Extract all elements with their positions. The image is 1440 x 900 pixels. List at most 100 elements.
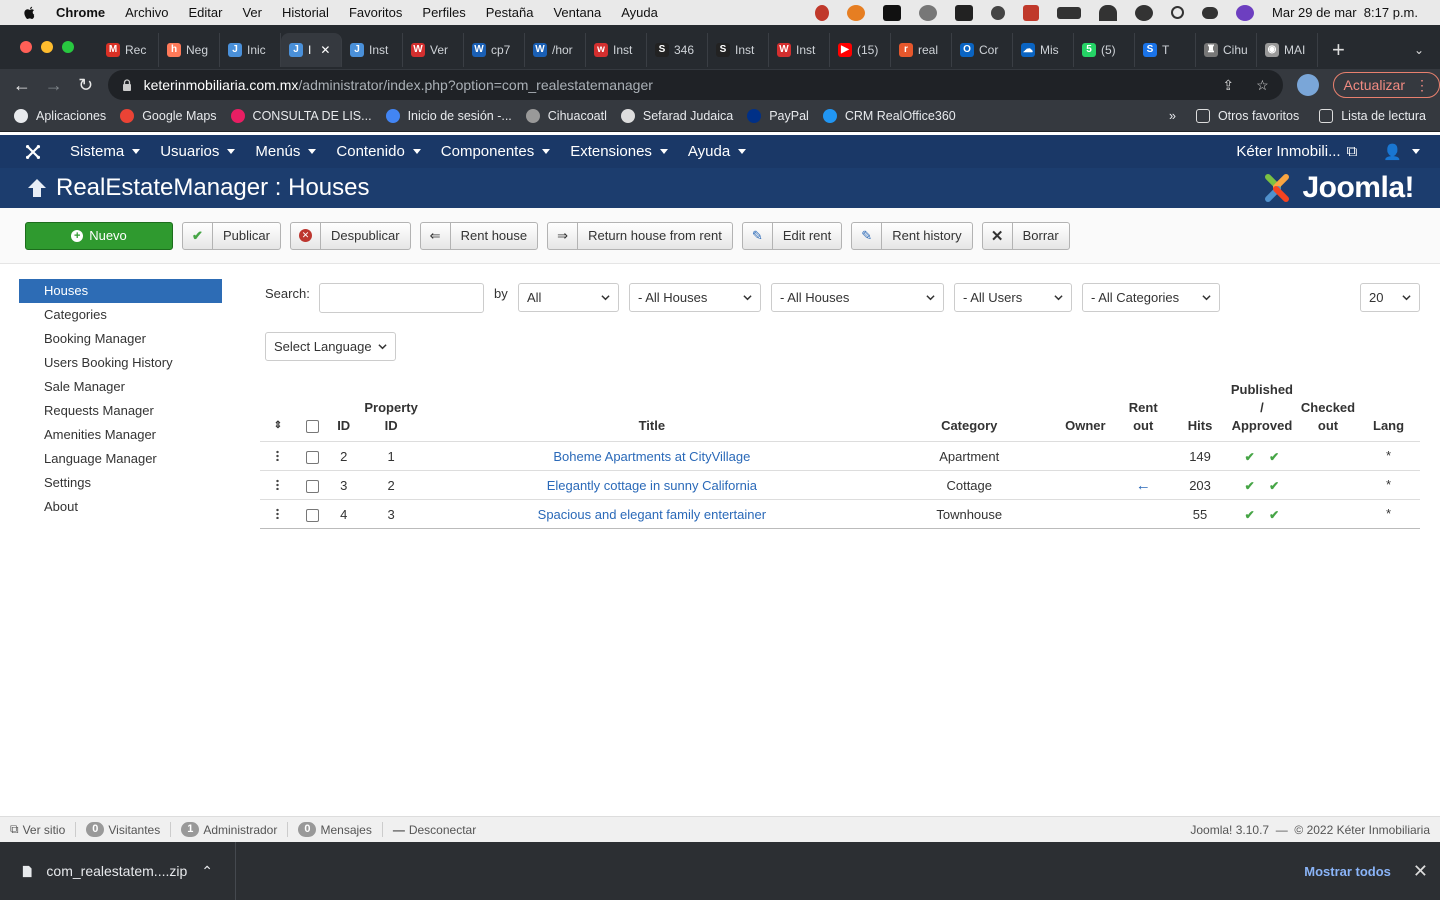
new-tab-button[interactable]: + (1318, 37, 1359, 69)
lock-icon[interactable] (122, 79, 132, 91)
browser-tab[interactable]: r real (891, 33, 952, 67)
new-button[interactable]: + Nuevo (25, 221, 173, 250)
spotlight-search-icon[interactable] (1171, 6, 1185, 19)
published-check-icon[interactable]: ✔ (1245, 450, 1255, 464)
user-switch-icon[interactable] (1135, 4, 1154, 21)
bookmark-star-icon[interactable]: ☆ (1256, 77, 1269, 94)
battery-icon[interactable] (1057, 6, 1082, 19)
browser-tab[interactable]: h Neg (159, 33, 220, 67)
edit-rent-button[interactable]: ✎ Edit rent (741, 221, 843, 250)
unpublish-button[interactable]: ✕ Despublicar (289, 221, 411, 250)
categories-filter-select[interactable]: - All Categories (1082, 283, 1220, 312)
house-title-link[interactable]: Spacious and elegant family entertainer (538, 507, 766, 522)
nav-menus[interactable]: Menús (255, 143, 317, 160)
sidebar-item-categories[interactable]: Categories (19, 303, 222, 327)
nav-usuarios[interactable]: Usuarios (160, 143, 236, 160)
bitwarden-icon[interactable] (883, 4, 902, 21)
select-all-checkbox[interactable] (306, 420, 320, 434)
browser-tab[interactable]: S 346 (647, 33, 708, 67)
rent-history-button[interactable]: ✎ Rent history (851, 221, 973, 250)
bookmark-item[interactable]: CONSULTA DE LIS... (230, 109, 372, 123)
admins-link[interactable]: 1 Administrador (171, 822, 289, 837)
view-site-link[interactable]: ⧉ Ver sitio (10, 822, 77, 837)
row-checkbox[interactable] (306, 450, 320, 464)
browser-tab[interactable]: ◉ MAI (1257, 33, 1318, 67)
row-checkbox[interactable] (306, 508, 320, 522)
nav-contenido[interactable]: Contenido (336, 143, 421, 160)
published-check-icon[interactable]: ✔ (1245, 479, 1255, 493)
return-house-button[interactable]: ⇒ Return house from rent (547, 221, 733, 250)
notification-icon[interactable] (815, 4, 830, 21)
minimize-window-button[interactable] (41, 41, 53, 53)
rent-house-button[interactable]: ⇐ Rent house (419, 221, 539, 250)
lang-header[interactable]: Lang (1357, 377, 1420, 442)
clock[interactable]: Mar 29 de mar 8:17 p.m. (1272, 5, 1418, 20)
site-link[interactable]: Kéter Inmobili... ⧉ (1236, 143, 1357, 160)
sidebar-item-booking-manager[interactable]: Booking Manager (19, 327, 222, 351)
search-by-select[interactable]: All (518, 283, 619, 312)
forward-arrow-icon[interactable]: → (38, 75, 70, 96)
browser-tab[interactable]: ☁ Mis (1013, 33, 1074, 67)
sidebar-item-sale-manager[interactable]: Sale Manager (19, 375, 222, 399)
siri-icon[interactable] (1236, 4, 1255, 21)
messages-link[interactable]: 0 Mensajes (288, 822, 383, 837)
bookmark-item[interactable]: Google Maps (120, 109, 217, 123)
browser-tab[interactable]: 5 (5) (1074, 33, 1135, 67)
published-check-icon[interactable]: ✔ (1245, 508, 1255, 522)
menu-ver[interactable]: Ver (242, 5, 262, 20)
sidebar-item-settings[interactable]: Settings (19, 471, 222, 495)
control-center-icon[interactable] (1202, 6, 1219, 19)
bookmark-item[interactable]: Inicio de sesión -... (385, 109, 512, 123)
download-item[interactable]: com_realestatem....zip ⌃ (0, 842, 236, 900)
hits-header[interactable]: Hits (1175, 377, 1225, 442)
logout-link[interactable]: — Desconectar (383, 823, 486, 837)
chevron-up-icon[interactable]: ⌃ (201, 863, 213, 880)
drag-handle-icon[interactable] (276, 478, 280, 490)
malwarebytes-icon[interactable] (955, 4, 974, 21)
table-row[interactable]: 4 3 Spacious and elegant family entertaine… (260, 499, 1420, 529)
nav-sistema[interactable]: Sistema (70, 143, 141, 160)
address-bar[interactable]: keterinmobiliaria.com.mx/administrator/i… (107, 70, 1283, 100)
id-header[interactable]: ID (329, 377, 358, 442)
menu-pestana[interactable]: Pestaña (486, 5, 534, 20)
bookmark-item[interactable]: Sefarad Judaica (620, 109, 733, 123)
browser-tab[interactable]: S Inst (708, 33, 769, 67)
apple-icon[interactable] (20, 4, 38, 22)
row-checkbox[interactable] (306, 479, 320, 493)
title-header[interactable]: Title (424, 377, 880, 442)
rent-out-arrow-icon[interactable]: ← (1136, 477, 1151, 494)
sidebar-item-houses[interactable]: Houses (19, 279, 222, 303)
sidebar-item-language-manager[interactable]: Language Manager (19, 447, 222, 471)
browser-tab[interactable]: ▶ (15) (830, 33, 891, 67)
app-tray-icon[interactable] (847, 4, 866, 21)
nav-ayuda[interactable]: Ayuda (688, 143, 747, 160)
more-bookmarks-icon[interactable]: » (1169, 109, 1176, 123)
approved-check-icon[interactable]: ✔ (1269, 508, 1279, 522)
table-row[interactable]: 2 1 Boheme Apartments at CityVillage Apartm… (260, 441, 1420, 471)
sidebar-item-users-booking-history[interactable]: Users Booking History (19, 351, 222, 375)
update-chrome-button[interactable]: Actualizar ⋮ (1332, 72, 1440, 98)
sidebar-item-about[interactable]: About (19, 495, 222, 519)
visitors-link[interactable]: 0 Visitantes (76, 822, 172, 837)
language-select[interactable]: Select Language (265, 332, 396, 361)
owner-header[interactable]: Owner (1059, 377, 1112, 442)
browser-tab[interactable]: w Inst (586, 33, 647, 67)
bookmark-item[interactable]: Aplicaciones (14, 109, 106, 123)
approved-check-icon[interactable]: ✔ (1269, 479, 1279, 493)
share-icon[interactable]: ⇪ (1222, 77, 1234, 94)
approved-check-icon[interactable]: ✔ (1269, 450, 1279, 464)
list-limit-select[interactable]: 20 (1360, 283, 1420, 312)
close-tab-icon[interactable]: ✕ (320, 43, 330, 57)
bookmark-item[interactable]: CRM RealOffice360 (822, 109, 956, 123)
menu-historial[interactable]: Historial (282, 5, 329, 20)
play-icon[interactable] (991, 5, 1006, 20)
menu-perfiles[interactable]: Perfiles (422, 5, 465, 20)
browser-tab[interactable]: O Cor (952, 33, 1013, 67)
close-icon[interactable]: ✕ (1413, 861, 1428, 882)
rent-out-header[interactable]: Rent out (1111, 377, 1176, 442)
ordering-header[interactable]: ⇕ (260, 377, 296, 442)
browser-tab[interactable]: W Inst (769, 33, 830, 67)
table-row[interactable]: 3 2 Elegantly cottage in sunny California C… (260, 470, 1420, 500)
sidebar-item-requests-manager[interactable]: Requests Manager (19, 399, 222, 423)
browser-tab[interactable]: Wcp7 (464, 33, 525, 67)
